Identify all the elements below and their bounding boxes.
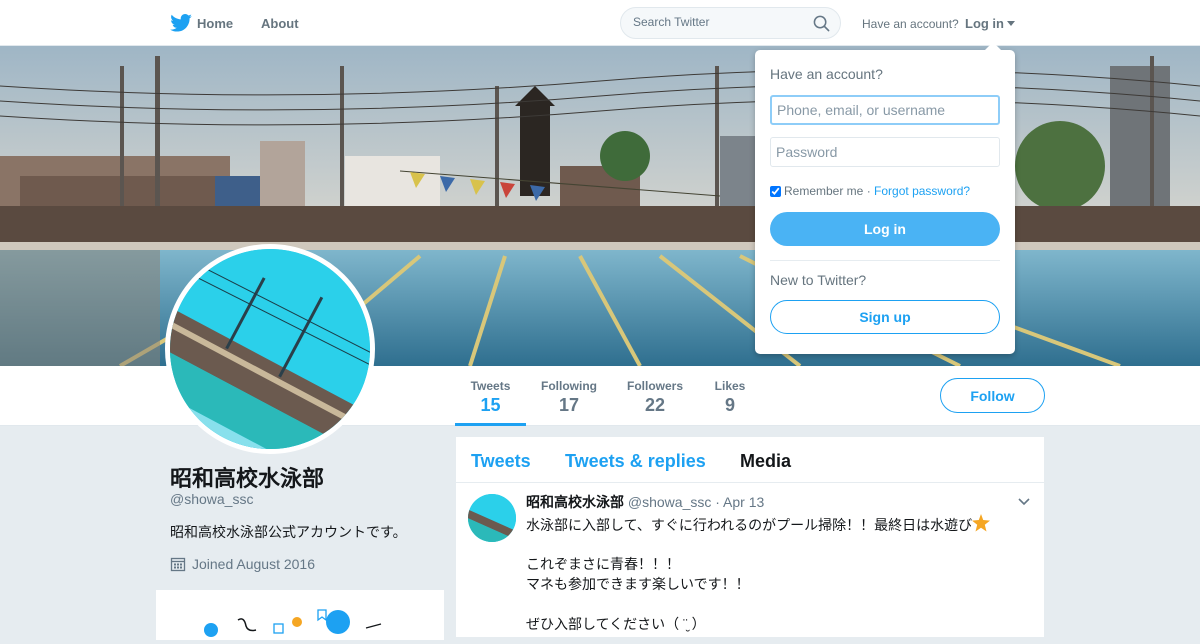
caret-down-icon <box>1007 21 1015 26</box>
top-navigation-bar: Home About Have an account? Log in <box>0 0 1200 46</box>
profile-name: 昭和高校水泳部 <box>170 466 325 491</box>
joined-text: Joined August 2016 <box>192 556 315 572</box>
media-preview-image <box>204 609 382 637</box>
tab-tweets[interactable]: Tweets <box>471 451 531 472</box>
tweet-line: ぜひ入部してください（ ¨̮ ） <box>526 616 706 632</box>
have-account-text: Have an account? <box>862 17 959 31</box>
nav-home-link[interactable]: Home <box>197 16 233 31</box>
stat-label: Following <box>541 379 597 393</box>
timeline-panel: Tweets Tweets & replies Media 昭和高校水泳部 @s… <box>456 437 1044 637</box>
search-box <box>620 7 841 39</box>
tweet-line <box>526 534 990 554</box>
remember-row: Remember me · Forgot password? <box>770 184 970 198</box>
media-preview-card[interactable] <box>156 590 444 640</box>
timeline-tabs: Tweets Tweets & replies Media <box>456 437 1044 483</box>
remember-me-checkbox[interactable] <box>770 186 781 197</box>
tweet-line: マネも参加できます楽しいです！！ <box>526 576 750 592</box>
tweet-avatar[interactable] <box>468 494 516 542</box>
tweet-line <box>526 594 990 614</box>
forgot-password-link[interactable]: Forgot password? <box>874 184 970 198</box>
tab-media[interactable]: Media <box>740 451 791 472</box>
profile-joined: Joined August 2016 <box>170 556 315 572</box>
tab-tweets-replies[interactable]: Tweets & replies <box>565 451 706 472</box>
stat-value: 9 <box>724 395 735 415</box>
stat-tweets[interactable]: Tweets 15 <box>455 366 526 426</box>
login-dropdown: Have an account? Remember me · Forgot pa… <box>755 42 1015 354</box>
username-field[interactable] <box>770 95 1000 125</box>
dropdown-arrow <box>985 42 1001 50</box>
stat-value: 22 <box>644 395 666 415</box>
tweet-header: 昭和高校水泳部 @showa_ssc · Apr 13 <box>526 492 764 512</box>
separator-dot: · <box>866 184 871 198</box>
stat-followers[interactable]: Followers 22 <box>622 366 688 426</box>
stat-following[interactable]: Following 17 <box>536 366 602 426</box>
calendar-icon <box>170 557 186 572</box>
chevron-down-icon[interactable] <box>1018 498 1030 506</box>
stat-value: 15 <box>480 395 501 415</box>
signup-button[interactable]: Sign up <box>770 300 1000 334</box>
login-button[interactable]: Log in <box>770 212 1000 246</box>
twitter-bird-icon[interactable] <box>170 14 192 32</box>
profile-handle[interactable]: @showa_ssc <box>170 491 253 507</box>
avatar-photo <box>170 249 370 449</box>
search-input[interactable] <box>633 15 803 29</box>
nav-about-link[interactable]: About <box>261 16 299 31</box>
stat-likes[interactable]: Likes 9 <box>708 366 752 426</box>
profile-bio: 昭和高校水泳部公式アカウントです。 <box>170 524 407 540</box>
tweet-text: 水泳部に入部して、すぐに行われるのがプール掃除！！最終日は水遊び これぞまさに青… <box>526 514 991 634</box>
sparkle-star-icon <box>972 514 991 532</box>
stat-label: Followers <box>626 379 683 393</box>
stat-value: 17 <box>558 395 580 415</box>
follow-button[interactable]: Follow <box>940 378 1045 413</box>
dropdown-divider <box>770 260 1000 261</box>
remember-me-label[interactable]: Remember me <box>784 184 863 198</box>
tweet-line: これぞまさに青春！！！ <box>526 556 680 572</box>
tweet-line-text: 水泳部に入部して、すぐに行われるのがプール掃除！！最終日は水遊び <box>526 517 973 533</box>
login-toggle-label: Log in <box>965 16 1004 31</box>
stat-label: Likes <box>714 379 746 393</box>
search-icon[interactable] <box>813 15 830 32</box>
new-to-twitter-text: New to Twitter? <box>770 272 867 288</box>
login-dropdown-toggle[interactable]: Log in <box>965 16 1015 31</box>
tweet-item[interactable]: 昭和高校水泳部 @showa_ssc · Apr 13 水泳部に入部して、すぐに… <box>456 484 1044 644</box>
dropdown-title: Have an account? <box>770 66 883 82</box>
tweet-author-name[interactable]: 昭和高校水泳部 <box>526 494 624 510</box>
tweet-line: 水泳部に入部して、すぐに行われるのがプール掃除！！最終日は水遊び <box>526 514 991 534</box>
tweet-date[interactable]: · Apr 13 <box>715 494 764 510</box>
password-field[interactable] <box>770 137 1000 167</box>
profile-avatar[interactable] <box>165 244 375 454</box>
tweet-avatar-photo <box>468 494 516 542</box>
tweet-author-handle[interactable]: @showa_ssc <box>628 494 711 510</box>
stat-label: Tweets <box>470 379 511 393</box>
